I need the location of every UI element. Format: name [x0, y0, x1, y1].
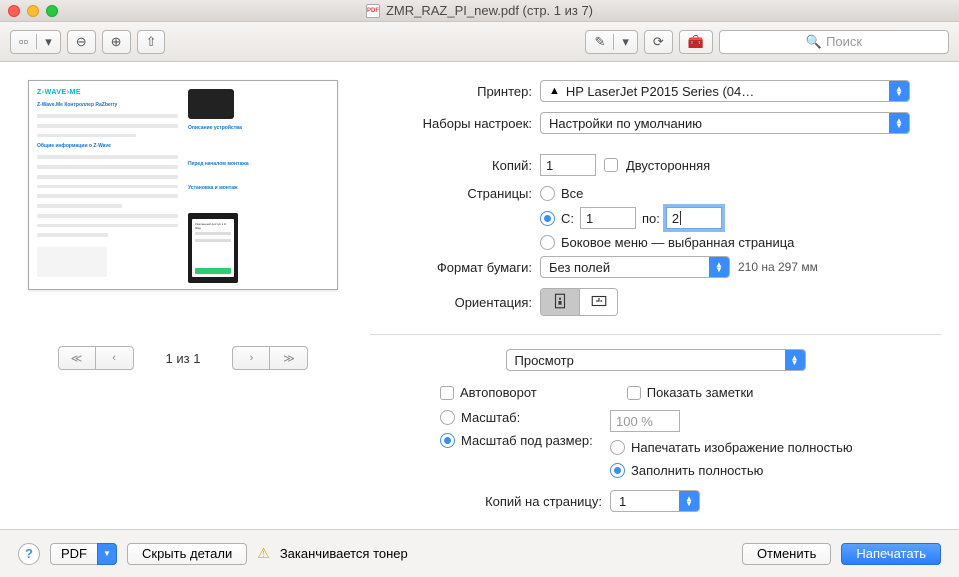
show-notes-checkbox[interactable] [627, 386, 641, 400]
minimize-window-button[interactable] [27, 5, 39, 17]
pdf-file-icon: PDF [366, 4, 380, 18]
hide-details-button[interactable]: Скрыть детали [127, 543, 247, 565]
window-title: ZMR_RAZ_PI_new.pdf (стр. 1 из 7) [386, 3, 593, 18]
sidebar-toggle-button[interactable]: ▫▫ ▾ [10, 30, 61, 54]
paper-size-hint: 210 на 297 мм [738, 260, 818, 274]
dialog-footer: ? PDF ▼ Скрыть детали ⚠ Заканчивается то… [0, 529, 959, 577]
zoom-in-button[interactable]: ⊕ [102, 30, 131, 54]
autorotate-label: Автоповорот [460, 385, 537, 400]
scale-label: Масштаб: [461, 410, 520, 425]
duplex-label: Двусторонняя [626, 158, 710, 173]
rotate-icon: ⟳ [653, 34, 664, 50]
presets-select[interactable]: Настройки по умолчанию ▲▼ [540, 112, 910, 134]
marker-icon: ✎ [586, 34, 614, 50]
portrait-icon [551, 292, 569, 313]
to-label: по: [642, 211, 660, 226]
scale-fit-radio[interactable] [440, 433, 455, 448]
scale-value-readonly: 100 % [610, 410, 680, 432]
chevron-down-icon: ▼ [97, 543, 117, 565]
orientation-portrait-button[interactable] [541, 289, 579, 315]
print-module-select[interactable]: Просмотр ▲▼ [506, 349, 806, 371]
first-page-button[interactable]: ≪ [58, 346, 96, 370]
next-page-button[interactable]: › [232, 346, 270, 370]
warning-icon: ⚠ [257, 545, 270, 562]
chevron-updown-icon: ▲▼ [709, 257, 729, 277]
chevron-updown-icon: ▲▼ [679, 491, 699, 511]
print-entire-image-radio[interactable] [610, 440, 625, 455]
copies-per-page-label: Копий на страницу: [370, 494, 610, 509]
print-entire-label: Напечатать изображение полностью [631, 440, 853, 455]
search-placeholder: Поиск [826, 34, 862, 49]
show-notes-label: Показать заметки [647, 385, 754, 400]
pages-all-radio[interactable] [540, 186, 555, 201]
printer-select[interactable]: ▲ HP LaserJet P2015 Series (04… ▲▼ [540, 80, 910, 102]
highlight-tool-button[interactable]: ✎ ▾ [585, 30, 637, 54]
title-bar: PDF ZMR_RAZ_PI_new.pdf (стр. 1 из 7) [0, 0, 959, 22]
warning-icon: ▲ [549, 85, 560, 97]
toolbox-icon: 🧰 [688, 34, 704, 50]
zoom-window-button[interactable] [46, 5, 58, 17]
scale-fixed-radio[interactable] [440, 410, 455, 425]
close-window-button[interactable] [8, 5, 20, 17]
page-indicator: 1 из 1 [166, 351, 201, 366]
help-button[interactable]: ? [18, 543, 40, 565]
orientation-landscape-button[interactable] [579, 289, 617, 315]
fill-entire-label: Заполнить полностью [631, 463, 763, 478]
share-button[interactable]: ⇧ [137, 30, 166, 54]
pages-sidebar-label: Боковое меню — выбранная страница [561, 235, 794, 250]
fill-entire-radio[interactable] [610, 463, 625, 478]
printer-label: Принтер: [370, 84, 540, 99]
chevron-down-icon: ▾ [37, 34, 60, 50]
autorotate-checkbox[interactable] [440, 386, 454, 400]
presets-label: Наборы настроек: [370, 116, 540, 131]
print-button[interactable]: Напечатать [841, 543, 941, 565]
pages-sidebar-radio[interactable] [540, 235, 555, 250]
orientation-label: Ориентация: [370, 295, 540, 310]
pdf-menu-button[interactable]: PDF ▼ [50, 543, 117, 565]
pages-all-label: Все [561, 186, 583, 201]
pages-range-radio[interactable] [540, 211, 555, 226]
zoom-out-icon: ⊖ [76, 34, 87, 50]
zoom-in-icon: ⊕ [111, 34, 122, 50]
scale-fit-label: Масштаб под размер: [461, 433, 593, 448]
low-toner-label: Заканчивается тонер [280, 546, 408, 561]
chevron-updown-icon: ▲▼ [785, 350, 805, 370]
sidebar-icon: ▫▫ [11, 34, 37, 49]
zoom-out-button[interactable]: ⊖ [67, 30, 96, 54]
from-label: С: [561, 211, 574, 226]
rotate-button[interactable]: ⟳ [644, 30, 673, 54]
print-preview-thumbnail: Z-WAVE›ME Z-Wave.Me Контроллер RaZberry … [28, 80, 338, 290]
search-input[interactable]: 🔍 Поиск [719, 30, 949, 54]
toolbar: ▫▫ ▾ ⊖ ⊕ ⇧ ✎ ▾ ⟳ 🧰 🔍 Поиск [0, 22, 959, 62]
last-page-button[interactable]: ≫ [270, 346, 308, 370]
search-icon: 🔍 [806, 34, 822, 50]
chevron-updown-icon: ▲▼ [889, 113, 909, 133]
landscape-icon [590, 292, 608, 313]
page-to-input[interactable]: 2 [666, 207, 722, 229]
copies-label: Копий: [370, 158, 540, 173]
cancel-button[interactable]: Отменить [742, 543, 831, 565]
share-icon: ⇧ [146, 34, 157, 50]
page-from-input[interactable]: 1 [580, 207, 636, 229]
prev-page-button[interactable]: ‹ [96, 346, 134, 370]
pages-label: Страницы: [370, 186, 540, 201]
chevron-updown-icon: ▲▼ [889, 81, 909, 101]
copies-input[interactable]: 1 [540, 154, 596, 176]
paper-size-select[interactable]: Без полей ▲▼ [540, 256, 730, 278]
paper-label: Формат бумаги: [370, 260, 540, 275]
chevron-down-icon: ▾ [614, 34, 637, 50]
copies-per-page-select[interactable]: 1 ▲▼ [610, 490, 700, 512]
duplex-checkbox[interactable] [604, 158, 618, 172]
markup-button[interactable]: 🧰 [679, 30, 713, 54]
